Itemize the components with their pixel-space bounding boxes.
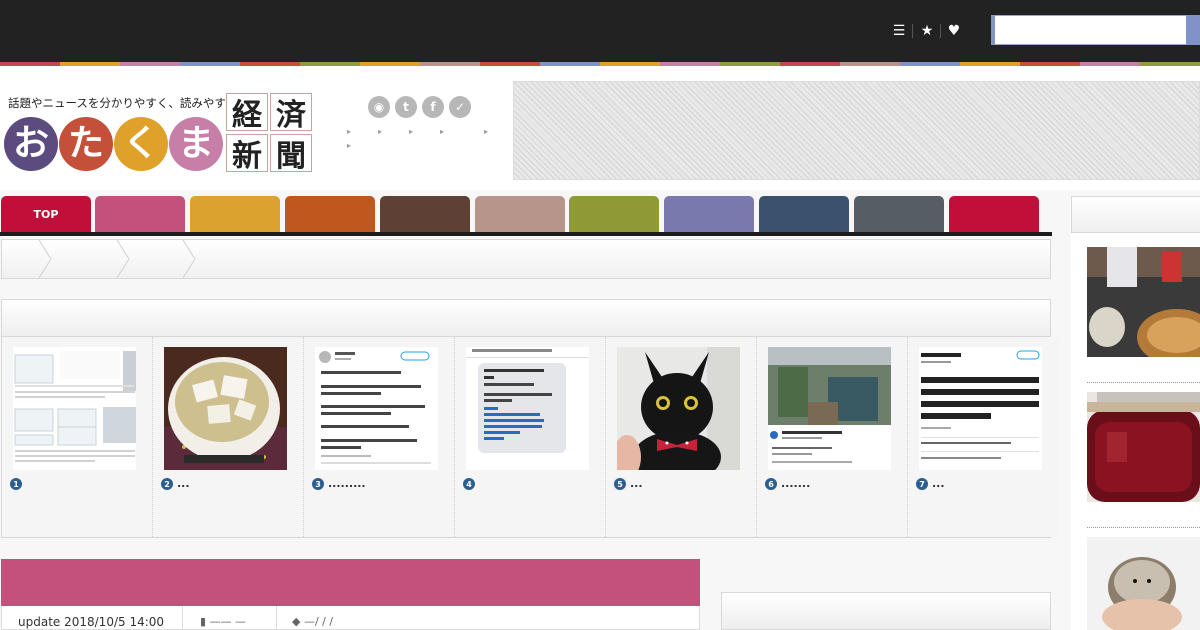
thumbnail-photo-tweet[interactable] bbox=[768, 347, 891, 470]
site-tagline: 話題やニュースを分かりやすく、読みやすく。 bbox=[8, 96, 249, 110]
article-meta: update 2018/10/5 14:00 ▮ —— — ◆ —/ / / bbox=[1, 606, 700, 630]
header-link[interactable]: ▸ bbox=[347, 127, 351, 136]
ranking-item[interactable]: 5 ... bbox=[606, 337, 757, 537]
rank-badge: 6 bbox=[765, 478, 777, 490]
logo-char-o[interactable]: お bbox=[4, 117, 58, 171]
sidebar bbox=[1071, 196, 1200, 630]
sidebar-thumbnail[interactable] bbox=[1087, 537, 1200, 630]
breadcrumb bbox=[1, 239, 1051, 279]
logo-char-ta[interactable]: た bbox=[59, 117, 113, 171]
facebook-icon[interactable]: f bbox=[422, 96, 444, 118]
ranking-item[interactable]: 4 bbox=[455, 337, 606, 537]
article-title-bar bbox=[1, 559, 700, 606]
nav-tab-category[interactable] bbox=[854, 196, 944, 232]
rank-title[interactable]: ... bbox=[177, 477, 190, 490]
ranking-item[interactable]: 7 ... bbox=[908, 337, 1059, 537]
rank-title[interactable]: ... bbox=[932, 477, 945, 490]
sidebar-thumbnail[interactable] bbox=[1087, 392, 1200, 502]
header-link[interactable]: ▸ bbox=[409, 127, 413, 136]
ad-banner[interactable] bbox=[513, 81, 1200, 180]
ranking-item[interactable]: 3 ......... bbox=[304, 337, 455, 537]
nav-tab-top[interactable]: TOP bbox=[1, 196, 91, 232]
rank-badge: 1 bbox=[10, 478, 22, 490]
content-side-box bbox=[721, 592, 1051, 630]
heart-icon[interactable]: ♥ bbox=[945, 22, 963, 40]
nav-tab-category[interactable] bbox=[380, 196, 470, 232]
category-nav: TOP bbox=[0, 196, 1052, 236]
rank-badge: 3 bbox=[312, 478, 324, 490]
thumbnail-alert-message[interactable] bbox=[466, 347, 589, 470]
feedly-icon[interactable]: ✓ bbox=[449, 96, 471, 118]
divider bbox=[912, 24, 913, 38]
ranking-header bbox=[2, 300, 1050, 337]
logo-kanji-zai[interactable]: 済 bbox=[270, 93, 312, 133]
ranking-item[interactable]: 6 ....... bbox=[757, 337, 908, 537]
nav-tab-category[interactable] bbox=[475, 196, 565, 232]
nav-tab-category[interactable] bbox=[95, 196, 185, 232]
nav-tab-category[interactable] bbox=[664, 196, 754, 232]
nav-tab-category[interactable] bbox=[949, 196, 1039, 232]
breadcrumb-separator-icon bbox=[38, 240, 52, 278]
site-header: 話題やニュースを分かりやすく、読みやすく。 お た く ま 経 済 新 聞 ◉ … bbox=[0, 66, 1200, 190]
list-icon[interactable]: ☰ bbox=[890, 22, 908, 40]
thumbnail-masks[interactable] bbox=[13, 347, 136, 470]
rss-icon[interactable]: ◉ bbox=[368, 96, 390, 118]
thumbnail-text-tweet[interactable] bbox=[919, 347, 1042, 470]
nav-tab-category[interactable] bbox=[190, 196, 280, 232]
divider bbox=[182, 606, 183, 630]
divider bbox=[276, 606, 277, 630]
star-icon[interactable]: ★ bbox=[918, 22, 936, 40]
divider bbox=[1087, 382, 1200, 383]
logo-kanji-bun[interactable]: 聞 bbox=[270, 134, 312, 174]
nav-tab-category[interactable] bbox=[759, 196, 849, 232]
rank-title[interactable]: ....... bbox=[781, 477, 810, 490]
nav-underline bbox=[0, 232, 1052, 236]
logo-char-ma[interactable]: ま bbox=[169, 117, 223, 171]
thumbnail-soup[interactable] bbox=[164, 347, 287, 470]
header-link[interactable]: ▸ bbox=[347, 141, 351, 150]
article-tags[interactable]: ◆ —/ / / bbox=[292, 615, 333, 628]
rank-badge: 2 bbox=[161, 478, 173, 490]
rank-title[interactable]: ......... bbox=[328, 477, 366, 490]
header-link[interactable]: ▸ bbox=[484, 127, 488, 136]
article-category[interactable]: ▮ —— — bbox=[200, 615, 246, 628]
tag-label: —/ / / bbox=[303, 615, 334, 628]
divider bbox=[940, 24, 941, 38]
tag-icon: ◆ bbox=[292, 615, 301, 628]
sidebar-header bbox=[1071, 196, 1200, 233]
thumbnail-black-cat[interactable] bbox=[617, 347, 740, 470]
logo-kanji-kei[interactable]: 経 bbox=[226, 93, 268, 133]
ranking-section: 1 2 ... 3 ......... 4 5 ... 6 ....... 7 … bbox=[1, 299, 1059, 538]
logo-char-ku[interactable]: く bbox=[114, 117, 168, 171]
ranking-item[interactable]: 1 bbox=[2, 337, 153, 537]
update-date: update 2018/10/5 14:00 bbox=[18, 615, 165, 629]
top-bar: ☰ ★ ♥ bbox=[0, 0, 1200, 62]
document-icon: ▮ bbox=[200, 615, 207, 628]
thumbnail-tweet[interactable] bbox=[315, 347, 438, 470]
breadcrumb-separator-icon bbox=[182, 240, 196, 278]
rank-badge: 7 bbox=[916, 478, 928, 490]
search-button[interactable] bbox=[1186, 15, 1200, 45]
category-label: —— — bbox=[209, 615, 247, 628]
search-input[interactable] bbox=[991, 15, 1187, 45]
ranking-item[interactable]: 2 ... bbox=[153, 337, 304, 537]
rank-badge: 5 bbox=[614, 478, 626, 490]
rank-title[interactable]: ... bbox=[630, 477, 643, 490]
twitter-icon[interactable]: t bbox=[395, 96, 417, 118]
divider bbox=[1087, 527, 1200, 528]
breadcrumb-separator-icon bbox=[116, 240, 130, 278]
nav-tab-category[interactable] bbox=[285, 196, 375, 232]
logo-kanji-shin[interactable]: 新 bbox=[226, 134, 268, 174]
nav-tab-category[interactable] bbox=[569, 196, 659, 232]
sidebar-thumbnail[interactable] bbox=[1087, 247, 1200, 357]
header-link[interactable]: ▸ bbox=[440, 127, 444, 136]
header-link[interactable]: ▸ bbox=[378, 127, 382, 136]
rank-badge: 4 bbox=[463, 478, 475, 490]
